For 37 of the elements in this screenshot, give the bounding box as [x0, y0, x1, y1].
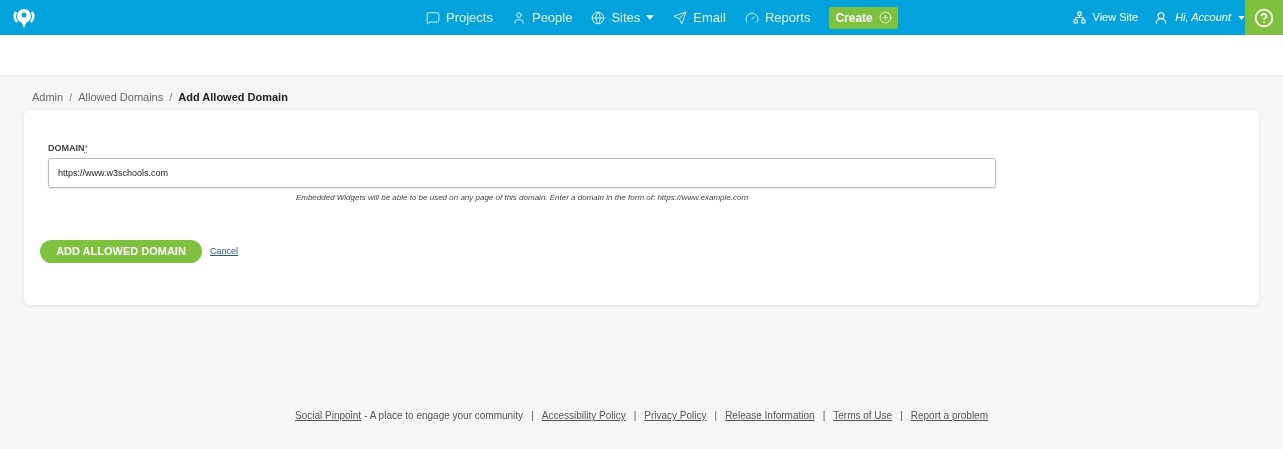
- footer-link[interactable]: Report a problem: [910, 408, 988, 423]
- breadcrumb-link[interactable]: Allowed Domains: [78, 89, 164, 106]
- footer-link[interactable]: Accessibility Policy: [541, 408, 626, 423]
- footer-tagline: - A place to engage your community: [364, 409, 524, 423]
- footer-link[interactable]: Terms of Use: [833, 408, 893, 423]
- help-text: Embedded Widgets will be able to be used on any page of this domain. Enter a domain in the form of: https://www.example.com: [295, 192, 749, 204]
- paper-plane-icon: [673, 10, 688, 25]
- help-button[interactable]: [1245, 0, 1283, 35]
- footer-separator: |: [822, 409, 826, 423]
- caret-icon: [1238, 15, 1245, 20]
- footer-link[interactable]: Social Pinpoint: [295, 408, 362, 423]
- breadcrumb-separator: /: [69, 90, 73, 106]
- current-page-title: Add Allowed Domain: [178, 90, 288, 106]
- chat-icon: [426, 10, 440, 25]
- domain-field[interactable]: https://www.w3schools.com: [48, 158, 996, 188]
- help-icon: [1254, 7, 1274, 28]
- footer-separator: |: [633, 409, 637, 423]
- breadcrumb-separator: /: [169, 90, 173, 106]
- breadcrumb-link[interactable]: Admin: [32, 89, 64, 106]
- account-menu[interactable]: Hi, Account: [1154, 9, 1245, 26]
- footer-link[interactable]: Release Information: [725, 408, 815, 423]
- footer-separator: |: [714, 409, 718, 423]
- footer-link[interactable]: Privacy Policy: [644, 408, 707, 423]
- caret-icon: [646, 15, 655, 20]
- person-icon: [1154, 10, 1169, 25]
- plus-icon: [878, 11, 892, 24]
- cancel-link[interactable]: Cancel: [210, 244, 238, 259]
- view-site-link[interactable]: View Site: [1072, 9, 1139, 26]
- footer-separator: |: [531, 409, 534, 423]
- sitemap-icon: [1072, 11, 1086, 24]
- globe-icon: [591, 10, 606, 25]
- field-label: DOMAIN: [48, 142, 85, 156]
- logo-icon[interactable]: [12, 7, 36, 29]
- gauge-icon: [744, 10, 759, 25]
- footer-separator: |: [900, 409, 903, 423]
- required-mark: *: [84, 142, 88, 156]
- person-icon: [511, 10, 526, 25]
